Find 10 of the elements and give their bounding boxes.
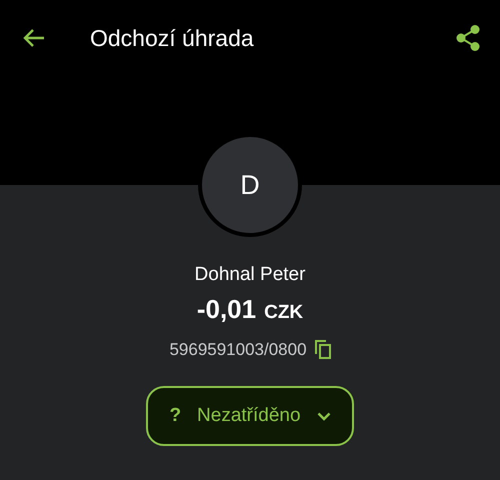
share-icon[interactable] (456, 25, 480, 51)
category-button[interactable]: ? Nezatříděno (146, 386, 354, 446)
screen-title: Odchozí úhrada (90, 24, 254, 53)
amount: -0,01 (196, 292, 256, 326)
payee-name: Dohnal Peter (194, 263, 306, 287)
back-icon[interactable] (22, 28, 46, 48)
copy-icon[interactable] (314, 340, 331, 359)
currency: CZK (264, 300, 304, 324)
account-number: 5969591003/0800 (169, 338, 307, 360)
chevron-down-icon (316, 412, 331, 420)
